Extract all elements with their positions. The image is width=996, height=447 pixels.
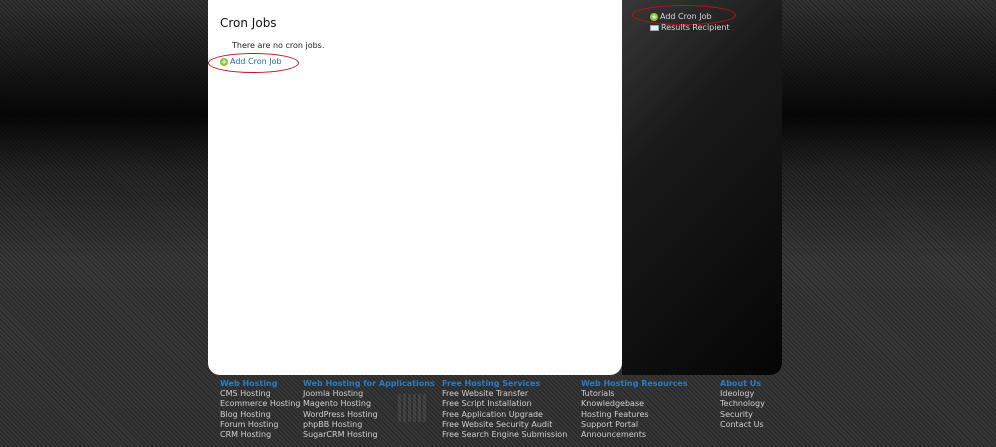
plus-circle-icon: + [650,12,658,21]
footer-column-free-services: Free Hosting Services Free Website Trans… [442,379,567,440]
footer-heading: Web Hosting [220,379,278,388]
footer-column-about-us: About Us Ideology Technology Security Co… [720,379,765,430]
footer-link[interactable]: SugarCRM Hosting [303,430,435,440]
footer-link[interactable]: CRM Hosting [220,430,300,440]
footer-link[interactable]: Magento Hosting [303,399,435,409]
footer-column-resources: Web Hosting Resources Tutorials Knowledg… [581,379,688,440]
footer-link[interactable]: Joomla Hosting [303,389,435,399]
sidebar-item-label: Results Recipient [661,23,730,32]
sidebar-panel: + Add Cron Job Results Recipient [622,0,782,375]
footer-link[interactable]: WordPress Hosting [303,410,435,420]
sidebar-add-cron-job-link[interactable]: + Add Cron Job [650,11,730,22]
footer-heading: About Us [720,379,761,388]
footer-link[interactable]: CMS Hosting [220,389,300,399]
footer-link[interactable]: Announcements [581,430,688,440]
footer-link[interactable]: Hosting Features [581,410,688,420]
footer-link[interactable]: Ideology [720,389,765,399]
footer-link[interactable]: Security [720,410,765,420]
envelope-icon [650,24,659,31]
footer-link[interactable]: phpBB Hosting [303,420,435,430]
empty-state-message: There are no cron jobs. [232,41,325,50]
sidebar-menu: + Add Cron Job Results Recipient [650,11,730,33]
footer-link[interactable]: Free Search Engine Submission [442,430,567,440]
footer-link[interactable]: Blog Hosting [220,410,300,420]
add-cron-job-link[interactable]: + Add Cron Job [220,57,282,66]
footer-link[interactable]: Forum Hosting [220,420,300,430]
footer-link[interactable]: Ecommerce Hosting [220,399,300,409]
footer-link[interactable]: Free Script Installation [442,399,567,409]
footer-heading: Free Hosting Services [442,379,541,388]
footer-link[interactable]: Tutorials [581,389,688,399]
footer-link[interactable]: Knowledgebase [581,399,688,409]
page-title: Cron Jobs [220,16,277,30]
footer-link[interactable]: Free Website Transfer [442,389,567,399]
footer-column-web-hosting: Web Hosting CMS Hosting Ecommerce Hostin… [220,379,300,440]
footer-heading: Web Hosting Resources [581,379,688,388]
sidebar-item-label: Add Cron Job [660,12,712,21]
footer-link[interactable]: Support Portal [581,420,688,430]
footer-column-applications: Web Hosting for Applications Joomla Host… [303,379,435,440]
sidebar-results-recipient-link[interactable]: Results Recipient [650,22,730,33]
footer-link[interactable]: Free Website Security Audit [442,420,567,430]
main-content-panel: Cron Jobs There are no cron jobs. + Add … [208,0,622,375]
footer-link[interactable]: Free Application Upgrade [442,410,567,420]
footer-heading: Web Hosting for Applications [303,379,435,388]
footer-link[interactable]: Contact Us [720,420,765,430]
plus-circle-icon: + [220,57,228,66]
footer-link[interactable]: Technology [720,399,765,409]
add-cron-job-label: Add Cron Job [230,57,282,66]
